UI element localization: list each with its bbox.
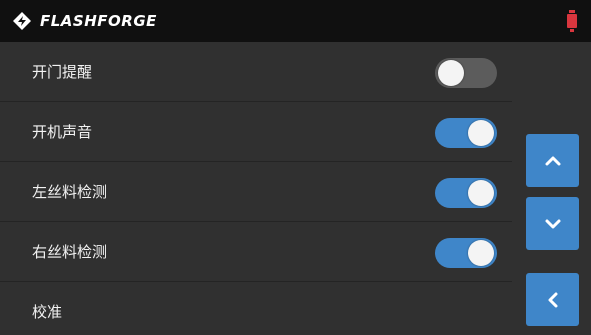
startup-sound-toggle[interactable]: [435, 118, 497, 148]
brand-name: FLASHFORGE: [40, 12, 157, 30]
setting-label: 开门提醒: [32, 63, 93, 81]
setting-startup-sound[interactable]: 开机声音: [0, 102, 512, 162]
chevron-up-icon: [545, 156, 560, 165]
back-button[interactable]: [526, 273, 579, 326]
setting-label: 右丝料检测: [32, 243, 108, 261]
setting-calibration[interactable]: 校准: [0, 282, 512, 335]
brand: FLASHFORGE: [12, 11, 157, 31]
door-reminder-toggle[interactable]: [435, 58, 497, 88]
top-bar: FLASHFORGE: [0, 0, 591, 42]
setting-right-filament-detect[interactable]: 右丝料检测: [0, 222, 512, 282]
right-filament-detect-toggle[interactable]: [435, 238, 497, 268]
toggle-knob: [468, 180, 494, 206]
filament-status-icon: [567, 10, 577, 32]
settings-list: 开门提醒 开机声音 左丝料检测 右丝料检测 校准: [0, 42, 512, 335]
scroll-down-button[interactable]: [526, 197, 579, 250]
scroll-up-button[interactable]: [526, 134, 579, 187]
setting-door-reminder[interactable]: 开门提醒: [0, 42, 512, 102]
setting-label: 开机声音: [32, 123, 93, 141]
setting-left-filament-detect[interactable]: 左丝料检测: [0, 162, 512, 222]
chevron-left-icon: [548, 292, 557, 307]
toggle-knob: [438, 60, 464, 86]
flashforge-logo-icon: [13, 12, 31, 30]
setting-label: 左丝料检测: [32, 183, 108, 201]
toggle-knob: [468, 120, 494, 146]
settings-screen: FLASHFORGE 开门提醒 开机声音 左丝料检测 右丝料检测 校准: [0, 0, 591, 335]
chevron-down-icon: [545, 219, 560, 228]
left-filament-detect-toggle[interactable]: [435, 178, 497, 208]
toggle-knob: [468, 240, 494, 266]
setting-label: 校准: [32, 303, 63, 321]
